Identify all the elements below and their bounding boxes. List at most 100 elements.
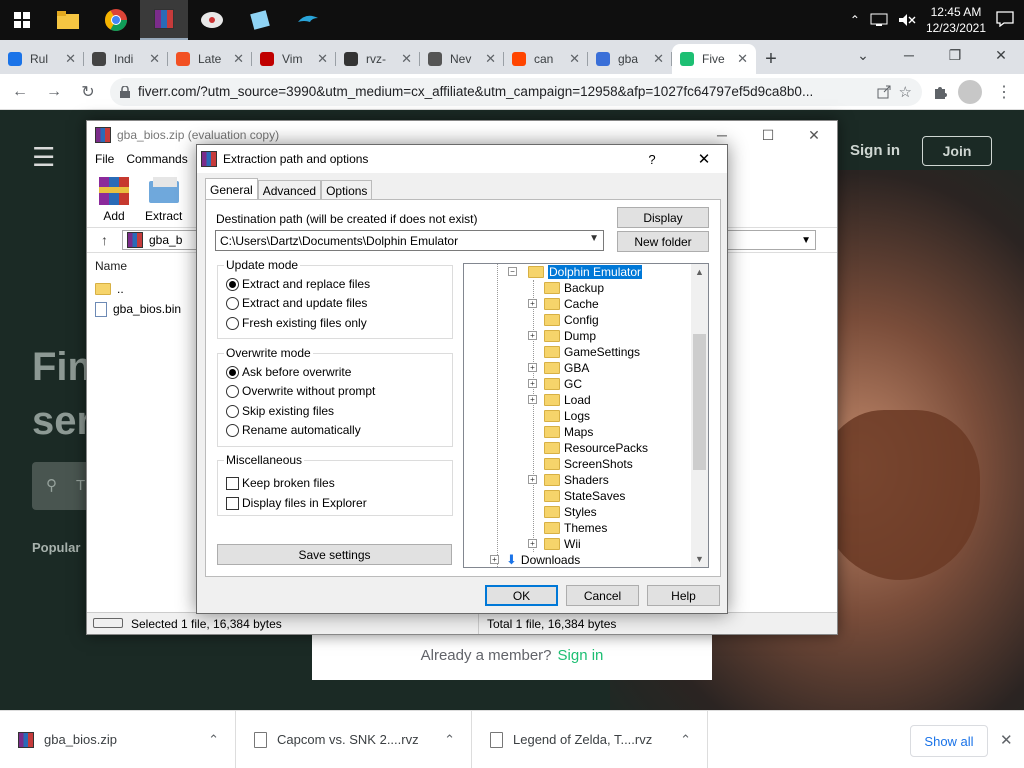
expand-icon[interactable]: +	[528, 299, 537, 308]
tree-item[interactable]: ResourcePacks	[528, 440, 648, 456]
chevron-up-icon[interactable]: ⌃	[680, 732, 691, 748]
tree-item[interactable]: + Dump	[528, 328, 596, 344]
network-icon[interactable]	[870, 13, 888, 27]
close-icon[interactable]: ✕	[1000, 731, 1013, 749]
bookmark-star-icon[interactable]: ☆	[899, 83, 912, 101]
tab-general[interactable]: General	[205, 178, 258, 200]
radio-fresh-existing[interactable]: Fresh existing files only	[226, 316, 367, 330]
close-tab-icon[interactable]: ✕	[317, 51, 328, 67]
new-folder-button[interactable]: New folder	[617, 231, 709, 252]
radio-button[interactable]	[226, 404, 239, 418]
tree-item[interactable]: + GC	[528, 376, 582, 392]
new-tab-button[interactable]: +	[756, 44, 786, 74]
tree-item[interactable]: Themes	[528, 520, 607, 536]
browser-tab[interactable]: Nev ✕	[420, 44, 504, 74]
tree-item[interactable]: + ⬇ Downloads	[490, 552, 580, 567]
minimize-icon[interactable]: ─	[886, 40, 932, 70]
add-button[interactable]: Add	[97, 173, 131, 223]
expand-icon[interactable]: +	[528, 363, 537, 372]
menu-file[interactable]: File	[95, 152, 114, 166]
minimize-icon[interactable]: ─	[699, 127, 745, 144]
chevron-down-icon[interactable]: ▼	[589, 233, 599, 244]
maximize-icon[interactable]: ☐	[745, 127, 791, 144]
expand-icon[interactable]: +	[528, 475, 537, 484]
display-button[interactable]: Display	[617, 207, 709, 228]
radio-overwrite-without-prompt[interactable]: Overwrite without prompt	[226, 384, 375, 398]
radio-rename-automatically[interactable]: Rename automatically	[226, 423, 361, 437]
close-tab-icon[interactable]: ✕	[485, 51, 496, 67]
save-settings-button[interactable]: Save settings	[217, 544, 452, 565]
menu-kebab-icon[interactable]: ⋮	[992, 82, 1016, 102]
download-item[interactable]: gba_bios.zip ⌃	[0, 710, 236, 768]
chevron-down-icon[interactable]: ▼	[801, 235, 811, 246]
tree-item[interactable]: + Cache	[528, 296, 599, 312]
dolphin-taskbar-button[interactable]	[284, 0, 332, 40]
folder-tree[interactable]: − Dolphin Emulator Backup + Cache Config + Dump…	[463, 263, 709, 568]
download-item[interactable]: Legend of Zelda, T....rvz ⌃	[472, 710, 708, 768]
close-window-icon[interactable]: ✕	[978, 40, 1024, 70]
tree-item[interactable]: ScreenShots	[528, 456, 633, 472]
browser-tab[interactable]: gba ✕	[588, 44, 672, 74]
start-button[interactable]	[0, 0, 44, 40]
profile-avatar[interactable]	[958, 79, 982, 104]
winrar-taskbar-button[interactable]	[140, 0, 188, 40]
tab-options[interactable]: Options	[321, 180, 373, 200]
scroll-up-icon[interactable]: ▲	[695, 267, 704, 277]
tab-advanced[interactable]: Advanced	[257, 180, 322, 200]
radio-button[interactable]	[226, 384, 239, 398]
app-taskbar-button-5[interactable]	[236, 0, 284, 40]
close-tab-icon[interactable]: ✕	[737, 51, 748, 67]
close-icon[interactable]: ✕	[681, 150, 727, 168]
tree-item[interactable]: + Wii	[528, 536, 581, 552]
show-all-button[interactable]: Show all	[910, 725, 988, 757]
radio-extract-update[interactable]: Extract and update files	[226, 296, 367, 310]
browser-tab[interactable]: rvz- ✕	[336, 44, 420, 74]
browser-tab[interactable]: Indi ✕	[84, 44, 168, 74]
expand-icon[interactable]: +	[528, 331, 537, 340]
close-tab-icon[interactable]: ✕	[401, 51, 412, 67]
tree-item[interactable]: Config	[528, 312, 599, 328]
radio-button[interactable]	[226, 296, 239, 310]
member-sign-in-link[interactable]: Sign in	[558, 647, 604, 664]
chrome-taskbar-button[interactable]	[92, 0, 140, 40]
browser-tab[interactable]: Rul ✕	[0, 44, 84, 74]
clock[interactable]: 12:45 AM 12/23/2021	[926, 4, 986, 36]
volume-muted-icon[interactable]	[898, 13, 916, 27]
chevron-up-icon[interactable]: ⌃	[850, 13, 860, 27]
checkbox-display-in-explorer[interactable]: Display files in Explorer	[226, 496, 367, 510]
radio-button[interactable]	[226, 316, 239, 330]
cancel-button[interactable]: Cancel	[566, 585, 639, 606]
scroll-down-icon[interactable]: ▼	[695, 554, 704, 564]
close-tab-icon[interactable]: ✕	[65, 51, 76, 67]
ok-button[interactable]: OK	[485, 585, 558, 606]
radio-button[interactable]	[226, 423, 239, 437]
tree-item[interactable]: GameSettings	[528, 344, 640, 360]
expand-icon[interactable]: +	[528, 395, 537, 404]
hamburger-menu-icon[interactable]: ☰	[32, 142, 55, 173]
browser-tab[interactable]: Vim ✕	[252, 44, 336, 74]
browser-tab-active[interactable]: Five ✕	[672, 44, 756, 74]
address-bar[interactable]: fiverr.com/?utm_source=3990&utm_medium=c…	[110, 77, 922, 106]
radio-button[interactable]	[226, 277, 239, 291]
join-button[interactable]: Join	[922, 136, 992, 166]
tree-item-selected[interactable]: − Dolphin Emulator	[508, 264, 644, 280]
tab-search-icon[interactable]: ⌄	[840, 40, 886, 70]
help-button[interactable]: Help	[647, 585, 720, 606]
browser-tab[interactable]: can ✕	[504, 44, 588, 74]
tree-item[interactable]: Maps	[528, 424, 593, 440]
collapse-icon[interactable]: −	[508, 267, 517, 276]
download-item[interactable]: Capcom vs. SNK 2....rvz ⌃	[236, 710, 472, 768]
extract-button[interactable]: Extract	[145, 173, 182, 223]
radio-skip-existing[interactable]: Skip existing files	[226, 404, 334, 418]
sign-in-link[interactable]: Sign in	[850, 142, 900, 159]
reload-icon[interactable]: ↻	[76, 82, 100, 102]
tree-item[interactable]: Styles	[528, 504, 597, 520]
tree-item[interactable]: + Load	[528, 392, 591, 408]
expand-icon[interactable]: +	[528, 379, 537, 388]
checkbox[interactable]	[226, 496, 239, 510]
tree-item[interactable]: + Shaders	[528, 472, 609, 488]
radio-ask-before-overwrite[interactable]: Ask before overwrite	[226, 365, 351, 379]
back-arrow-icon[interactable]: ←	[8, 83, 32, 101]
scroll-thumb[interactable]	[693, 334, 706, 470]
expand-icon[interactable]: +	[528, 539, 537, 548]
